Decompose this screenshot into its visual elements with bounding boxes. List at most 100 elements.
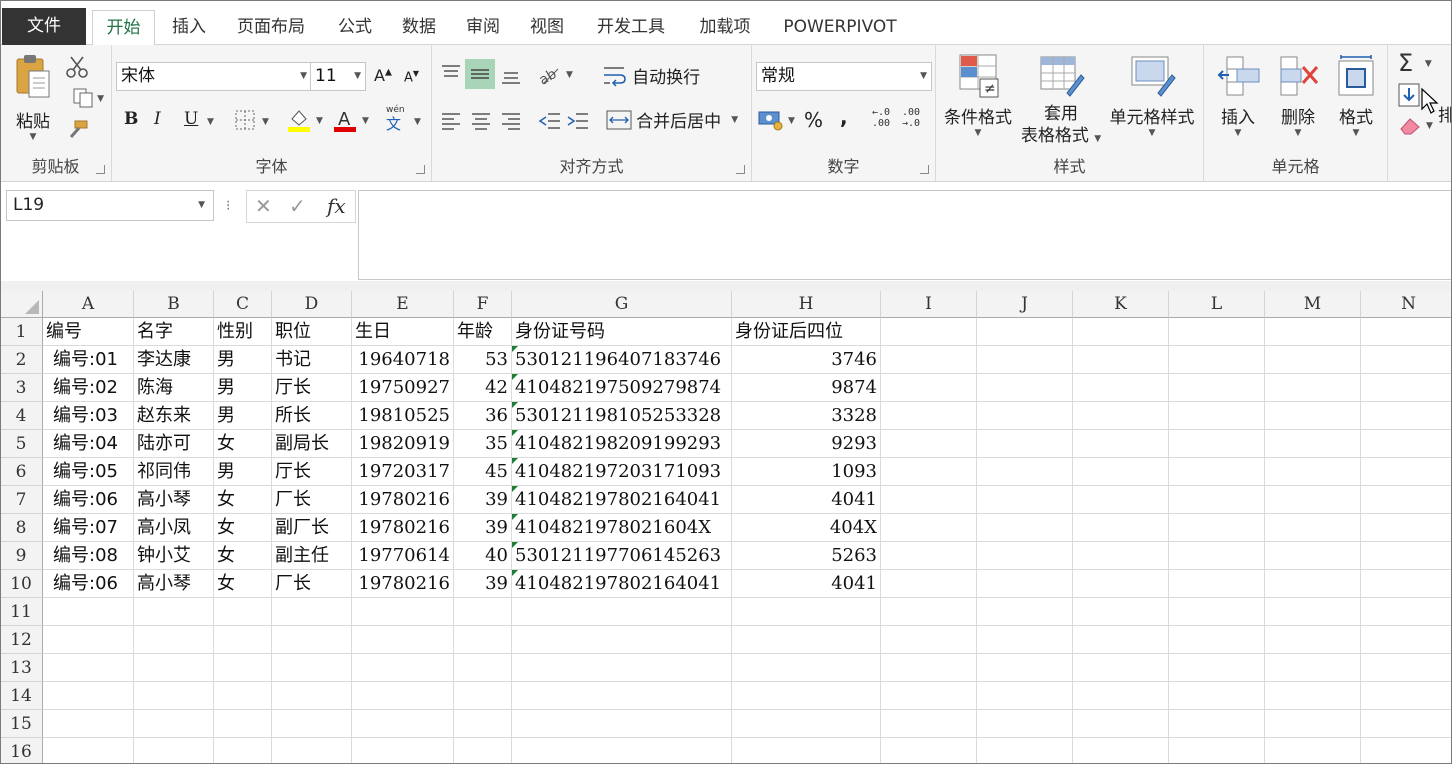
row-header-1[interactable]: 1 <box>0 318 43 346</box>
cell-j12[interactable] <box>977 626 1073 654</box>
cell-a11[interactable] <box>43 598 134 626</box>
cell-g3[interactable]: 410482197509279874 <box>512 374 732 402</box>
align-middle-button[interactable] <box>465 59 495 89</box>
cell-k4[interactable] <box>1073 402 1169 430</box>
cell-m8[interactable] <box>1265 514 1361 542</box>
cell-l4[interactable] <box>1169 402 1265 430</box>
cell-m1[interactable] <box>1265 318 1361 346</box>
cell-l11[interactable] <box>1169 598 1265 626</box>
cell-f12[interactable] <box>454 626 512 654</box>
cell-j8[interactable] <box>977 514 1073 542</box>
cell-c11[interactable] <box>214 598 272 626</box>
cell-e3[interactable]: 19750927 <box>352 374 454 402</box>
tab-7[interactable]: 视图 <box>518 10 576 45</box>
accounting-format-button[interactable]: ▼ <box>758 107 802 133</box>
tab-2[interactable]: 插入 <box>160 10 218 45</box>
increase-indent-button[interactable] <box>566 111 590 135</box>
column-header-k[interactable]: K <box>1073 291 1169 318</box>
tab-6[interactable]: 审阅 <box>454 10 512 45</box>
cell-a1[interactable]: 编号 <box>43 318 134 346</box>
enter-icon[interactable]: ✓ <box>289 194 306 218</box>
cut-button[interactable] <box>64 55 90 79</box>
column-header-a[interactable]: A <box>43 291 134 318</box>
cell-c7[interactable]: 女 <box>214 486 272 514</box>
row-header-3[interactable]: 3 <box>0 374 43 402</box>
cell-a10[interactable]: 编号:06 <box>43 570 134 598</box>
cell-n5[interactable] <box>1361 430 1452 458</box>
cell-c16[interactable] <box>214 738 272 764</box>
decrease-decimal-button[interactable]: .00 →.0 <box>902 107 930 129</box>
cell-b12[interactable] <box>134 626 214 654</box>
cell-h10[interactable]: 4041 <box>732 570 881 598</box>
row-header-5[interactable]: 5 <box>0 430 43 458</box>
row-header-16[interactable]: 16 <box>0 738 43 764</box>
cell-m13[interactable] <box>1265 654 1361 682</box>
cell-k13[interactable] <box>1073 654 1169 682</box>
cell-g7[interactable]: 410482197802164041 <box>512 486 732 514</box>
cell-d3[interactable]: 厅长 <box>272 374 352 402</box>
cell-c5[interactable]: 女 <box>214 430 272 458</box>
phonetic-button[interactable]: wén 文 ▼ <box>384 105 426 135</box>
cell-b13[interactable] <box>134 654 214 682</box>
comma-style-button[interactable]: , <box>840 105 848 129</box>
cell-e13[interactable] <box>352 654 454 682</box>
cell-a14[interactable] <box>43 682 134 710</box>
cell-b4[interactable]: 赵东来 <box>134 402 214 430</box>
row-header-12[interactable]: 12 <box>0 626 43 654</box>
cell-c9[interactable]: 女 <box>214 542 272 570</box>
cell-d5[interactable]: 副局长 <box>272 430 352 458</box>
cell-l1[interactable] <box>1169 318 1265 346</box>
delete-cells-button[interactable]: 删除 ▼ <box>1272 53 1324 153</box>
cell-l8[interactable] <box>1169 514 1265 542</box>
cell-d15[interactable] <box>272 710 352 738</box>
tab-9[interactable]: 加载项 <box>688 10 762 45</box>
cell-b16[interactable] <box>134 738 214 764</box>
cell-k11[interactable] <box>1073 598 1169 626</box>
cell-j15[interactable] <box>977 710 1073 738</box>
cell-h12[interactable] <box>732 626 881 654</box>
cell-c4[interactable]: 男 <box>214 402 272 430</box>
merge-center-button[interactable]: 合并后居中 ▼ <box>606 107 738 135</box>
dialog-launcher-icon[interactable] <box>920 165 929 174</box>
borders-button[interactable]: ▼ <box>234 109 274 133</box>
cell-a15[interactable] <box>43 710 134 738</box>
cell-a4[interactable]: 编号:03 <box>43 402 134 430</box>
cell-k2[interactable] <box>1073 346 1169 374</box>
cell-h16[interactable] <box>732 738 881 764</box>
cell-g1[interactable]: 身份证号码 <box>512 318 732 346</box>
cell-j4[interactable] <box>977 402 1073 430</box>
cell-e5[interactable]: 19820919 <box>352 430 454 458</box>
font-size-select[interactable]: 11 ▼ <box>310 62 366 91</box>
cell-g2[interactable]: 530121196407183746 <box>512 346 732 374</box>
cell-a8[interactable]: 编号:07 <box>43 514 134 542</box>
cell-j14[interactable] <box>977 682 1073 710</box>
cell-n14[interactable] <box>1361 682 1452 710</box>
cell-f13[interactable] <box>454 654 512 682</box>
cell-n12[interactable] <box>1361 626 1452 654</box>
conditional-formatting-button[interactable]: ≠ 条件格式 ▼ <box>938 53 1018 153</box>
column-header-m[interactable]: M <box>1265 291 1361 318</box>
cell-h5[interactable]: 9293 <box>732 430 881 458</box>
cell-a7[interactable]: 编号:06 <box>43 486 134 514</box>
column-header-g[interactable]: G <box>512 291 732 318</box>
wrap-text-button[interactable]: 自动换行 <box>602 63 700 91</box>
cell-f10[interactable]: 39 <box>454 570 512 598</box>
cell-j2[interactable] <box>977 346 1073 374</box>
format-painter-button[interactable] <box>64 119 90 143</box>
row-header-2[interactable]: 2 <box>0 346 43 374</box>
name-box[interactable]: L19 ▼ <box>6 190 214 221</box>
cell-n4[interactable] <box>1361 402 1452 430</box>
cell-c15[interactable] <box>214 710 272 738</box>
tab-4[interactable]: 公式 <box>326 10 384 45</box>
clear-button[interactable]: ▼ <box>1398 115 1438 139</box>
cell-d6[interactable]: 厅长 <box>272 458 352 486</box>
decrease-indent-button[interactable] <box>538 111 562 135</box>
italic-button[interactable]: I <box>154 109 161 129</box>
fill-button[interactable] <box>1398 83 1420 107</box>
percent-style-button[interactable]: % <box>804 108 823 132</box>
cell-m5[interactable] <box>1265 430 1361 458</box>
align-left-button[interactable] <box>440 111 462 135</box>
cell-a12[interactable] <box>43 626 134 654</box>
column-header-l[interactable]: L <box>1169 291 1265 318</box>
underline-button[interactable]: U <box>184 109 198 129</box>
